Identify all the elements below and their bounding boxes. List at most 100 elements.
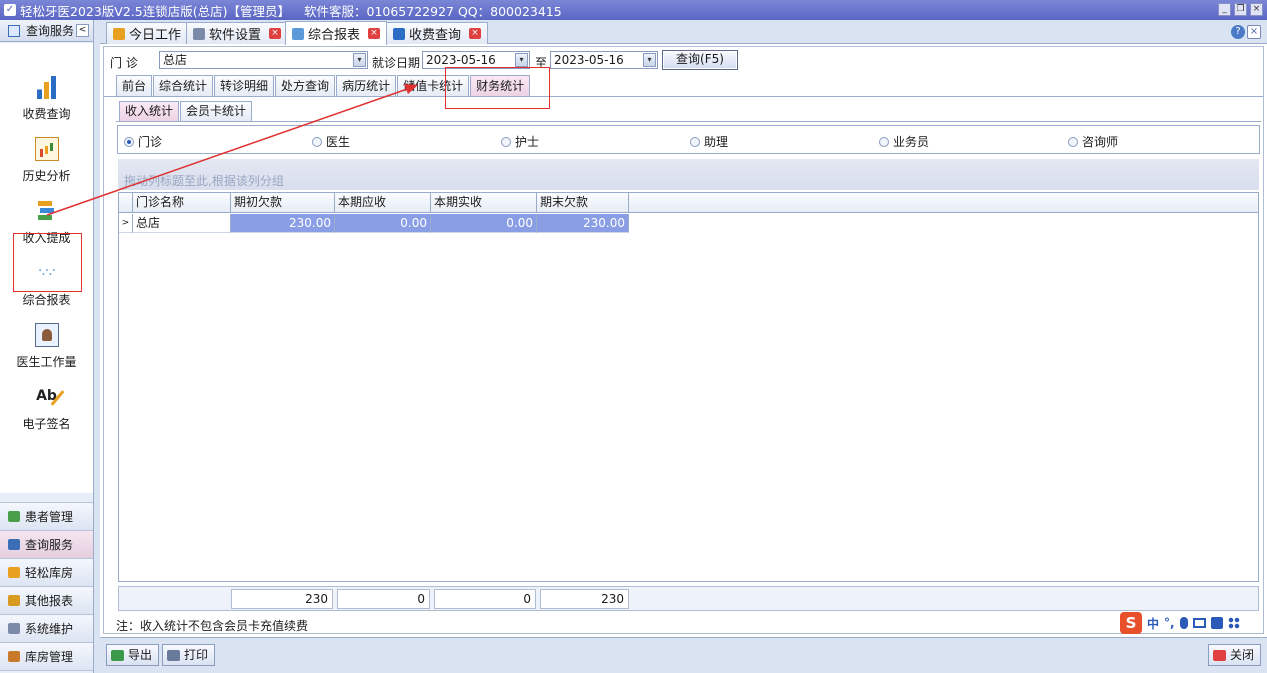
nav-system-maintenance[interactable]: 系统维护 <box>0 614 93 642</box>
tab-today-work[interactable]: 今日工作 <box>106 22 189 44</box>
query-button[interactable]: 查询(F5) <box>662 50 738 70</box>
tab-member-card-stats[interactable]: 会员卡统计 <box>180 101 253 122</box>
sidebar-item-signature[interactable]: Ab 电子签名 <box>0 385 93 432</box>
microphone-icon[interactable] <box>1179 617 1188 629</box>
cell-opening-debt[interactable]: 230.00 <box>231 214 335 233</box>
title-bar: ✓ 轻松牙医2023版V2.5连锁店版(总店)【管理员】 软件客服：010657… <box>0 0 1267 20</box>
service-info: 软件客服：01065722927 QQ：800023415 <box>304 3 562 19</box>
tab-record-stats[interactable]: 病历统计 <box>336 75 397 97</box>
bottom-toolbar: 导出 打印 关闭 <box>100 637 1267 673</box>
nav-query-service[interactable]: 查询服务 <box>0 530 93 558</box>
total-receivable: 0 <box>337 589 430 609</box>
clinic-select[interactable]: 总店 ▾ <box>159 51 368 69</box>
nav-label: 库房管理 <box>25 650 74 664</box>
document-tabs: 今日工作 软件设置 × 综合报表 × 收费查询 × ? × <box>100 20 1267 45</box>
ime-lang[interactable]: 中 <box>1147 615 1159 632</box>
nav-patient-management[interactable]: 患者管理 <box>0 502 93 530</box>
sidebar-item-history[interactable]: 历史分析 <box>0 137 93 184</box>
column-header[interactable]: 门诊名称 <box>133 193 231 213</box>
radio-dot <box>1068 136 1078 147</box>
radio-dot <box>124 136 134 147</box>
tab-fee-query[interactable]: 收费查询 × <box>386 22 489 44</box>
date-to-value: 2023-05-16 <box>554 53 624 67</box>
close-tab-icon[interactable]: × <box>469 28 482 39</box>
radio-assistant[interactable]: 助理 <box>690 133 728 150</box>
nav-label: 患者管理 <box>25 510 74 524</box>
signature-icon: Ab <box>35 385 59 409</box>
radio-consultant[interactable]: 咨询师 <box>1068 133 1118 150</box>
sidebar-item-doctor-workload[interactable]: 医生工作量 <box>0 323 93 370</box>
cell-received[interactable]: 0.00 <box>431 214 537 233</box>
clinic-label: 门 诊 <box>110 56 138 70</box>
radio-clinic[interactable]: 门诊 <box>124 133 162 150</box>
column-header[interactable]: 本期应收 <box>335 193 431 213</box>
gear-icon <box>193 27 205 40</box>
cell-receivable[interactable]: 0.00 <box>335 214 431 233</box>
tab-comprehensive-report[interactable]: 综合报表 × <box>285 21 388 45</box>
doctor-icon <box>34 323 59 347</box>
export-label: 导出 <box>128 648 153 662</box>
radio-salesperson[interactable]: 业务员 <box>879 133 929 150</box>
group-panel[interactable]: 拖动列标题至此,根据该列分组 <box>118 159 1259 190</box>
clinic-value: 总店 <box>163 53 188 67</box>
table-row[interactable]: > 总店 230.00 0.00 0.00 230.00 <box>119 214 631 233</box>
close-tab-icon[interactable]: × <box>368 28 381 39</box>
print-button[interactable]: 打印 <box>162 644 216 666</box>
date-to-picker[interactable]: 2023-05-16 ▾ <box>550 51 658 69</box>
skin-icon[interactable] <box>1210 617 1223 629</box>
sidebar-item-label: 收费查询 <box>22 107 71 121</box>
hand-icon <box>113 27 125 40</box>
column-header[interactable]: 期初欠款 <box>231 193 335 213</box>
radio-doctor[interactable]: 医生 <box>312 133 350 150</box>
chevron-down-icon[interactable]: ▾ <box>353 53 366 67</box>
sidebar-item-fee-query[interactable]: 收费查询 <box>0 75 93 122</box>
sidebar-header: 查询服务 < <box>0 20 93 42</box>
nav-other-reports[interactable]: 其他报表 <box>0 586 93 614</box>
close-button[interactable]: 关闭 <box>1208 644 1262 666</box>
help-icon[interactable]: ? <box>1231 25 1245 39</box>
minimize-button[interactable]: _ <box>1218 3 1231 16</box>
annotation-box-tab <box>445 67 550 109</box>
sidebar-header-label: 查询服务 <box>26 24 75 38</box>
date-from-value: 2023-05-16 <box>426 53 496 67</box>
radio-label: 护士 <box>515 135 540 149</box>
sidebar-item-label: 综合报表 <box>22 293 71 307</box>
cell-clinic-name[interactable]: 总店 <box>133 214 231 233</box>
export-button[interactable]: 导出 <box>106 644 160 666</box>
chevron-down-icon[interactable]: ▾ <box>515 53 528 67</box>
radio-label: 助理 <box>704 135 729 149</box>
grid-header: 门诊名称 期初欠款 本期应收 本期实收 期末欠款 <box>119 193 1258 213</box>
column-header[interactable]: 本期实收 <box>431 193 537 213</box>
close-panel-button[interactable]: × <box>1247 25 1261 39</box>
column-header[interactable]: 期末欠款 <box>537 193 629 213</box>
radio-dot <box>312 136 322 147</box>
nav-warehouse-management[interactable]: 库房管理 <box>0 642 93 670</box>
tab-income-stats[interactable]: 收入统计 <box>119 101 180 122</box>
stack-icon <box>35 199 59 223</box>
tab-prescription-query[interactable]: 处方查询 <box>275 75 336 97</box>
restore-button[interactable]: ❐ <box>1234 3 1247 16</box>
radio-dot <box>690 136 700 147</box>
print-label: 打印 <box>184 648 209 662</box>
app-icon: ✓ <box>4 4 16 16</box>
chevron-down-icon[interactable]: ▾ <box>643 53 656 67</box>
tab-software-settings[interactable]: 软件设置 × <box>186 22 289 44</box>
nav-easy-warehouse[interactable]: 轻松库房 <box>0 558 93 586</box>
nav-label: 轻松库房 <box>25 566 74 580</box>
ime-punct[interactable]: °, <box>1164 616 1175 630</box>
dots-icon <box>292 27 304 40</box>
tab-front-desk[interactable]: 前台 <box>116 75 153 97</box>
close-window-button[interactable]: × <box>1250 3 1263 16</box>
tab-overall-stats[interactable]: 综合统计 <box>153 75 214 97</box>
keyboard-icon[interactable] <box>1192 618 1206 628</box>
sub-tab-divider <box>116 121 1261 122</box>
ime-toolbar[interactable]: S 中 °, <box>1120 612 1240 634</box>
date-label: 就诊日期 <box>372 56 421 70</box>
tab-label: 收费查询 <box>409 28 462 43</box>
close-tab-icon[interactable]: × <box>269 28 282 39</box>
cell-closing-debt[interactable]: 230.00 <box>537 214 629 233</box>
sidebar-collapse-button[interactable]: < <box>76 24 89 37</box>
tab-referral-detail[interactable]: 转诊明细 <box>214 75 275 97</box>
grid-menu-icon[interactable] <box>1227 617 1240 629</box>
radio-nurse[interactable]: 护士 <box>501 133 539 150</box>
